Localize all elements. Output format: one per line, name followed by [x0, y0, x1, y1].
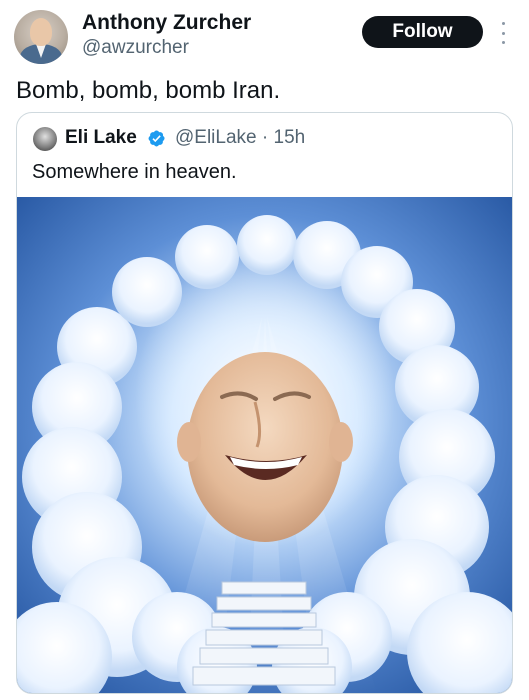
- more-options-icon[interactable]: [498, 18, 508, 48]
- follow-button[interactable]: Follow: [362, 16, 483, 48]
- quote-author-handle[interactable]: @EliLake: [175, 127, 257, 148]
- quote-author-avatar[interactable]: [33, 127, 57, 151]
- author-avatar[interactable]: [14, 10, 68, 64]
- author-handle[interactable]: @awzurcher: [82, 36, 189, 60]
- quote-timestamp[interactable]: 15h: [274, 127, 306, 148]
- tweet-text: Bomb, bomb, bomb Iran.: [16, 77, 281, 104]
- meta-separator: ·: [261, 127, 269, 148]
- quote-tweet-card[interactable]: Eli Lake @EliLake · 15h Somewhere in hea…: [16, 112, 513, 694]
- quote-media-image[interactable]: [17, 197, 512, 694]
- quote-text: Somewhere in heaven.: [32, 161, 237, 183]
- quote-meta: @EliLake · 15h: [175, 126, 305, 150]
- quote-author-name[interactable]: Eli Lake: [65, 126, 137, 150]
- verified-badge-icon: [148, 130, 165, 147]
- avatar-head: [30, 18, 52, 46]
- author-display-name[interactable]: Anthony Zurcher: [82, 10, 251, 36]
